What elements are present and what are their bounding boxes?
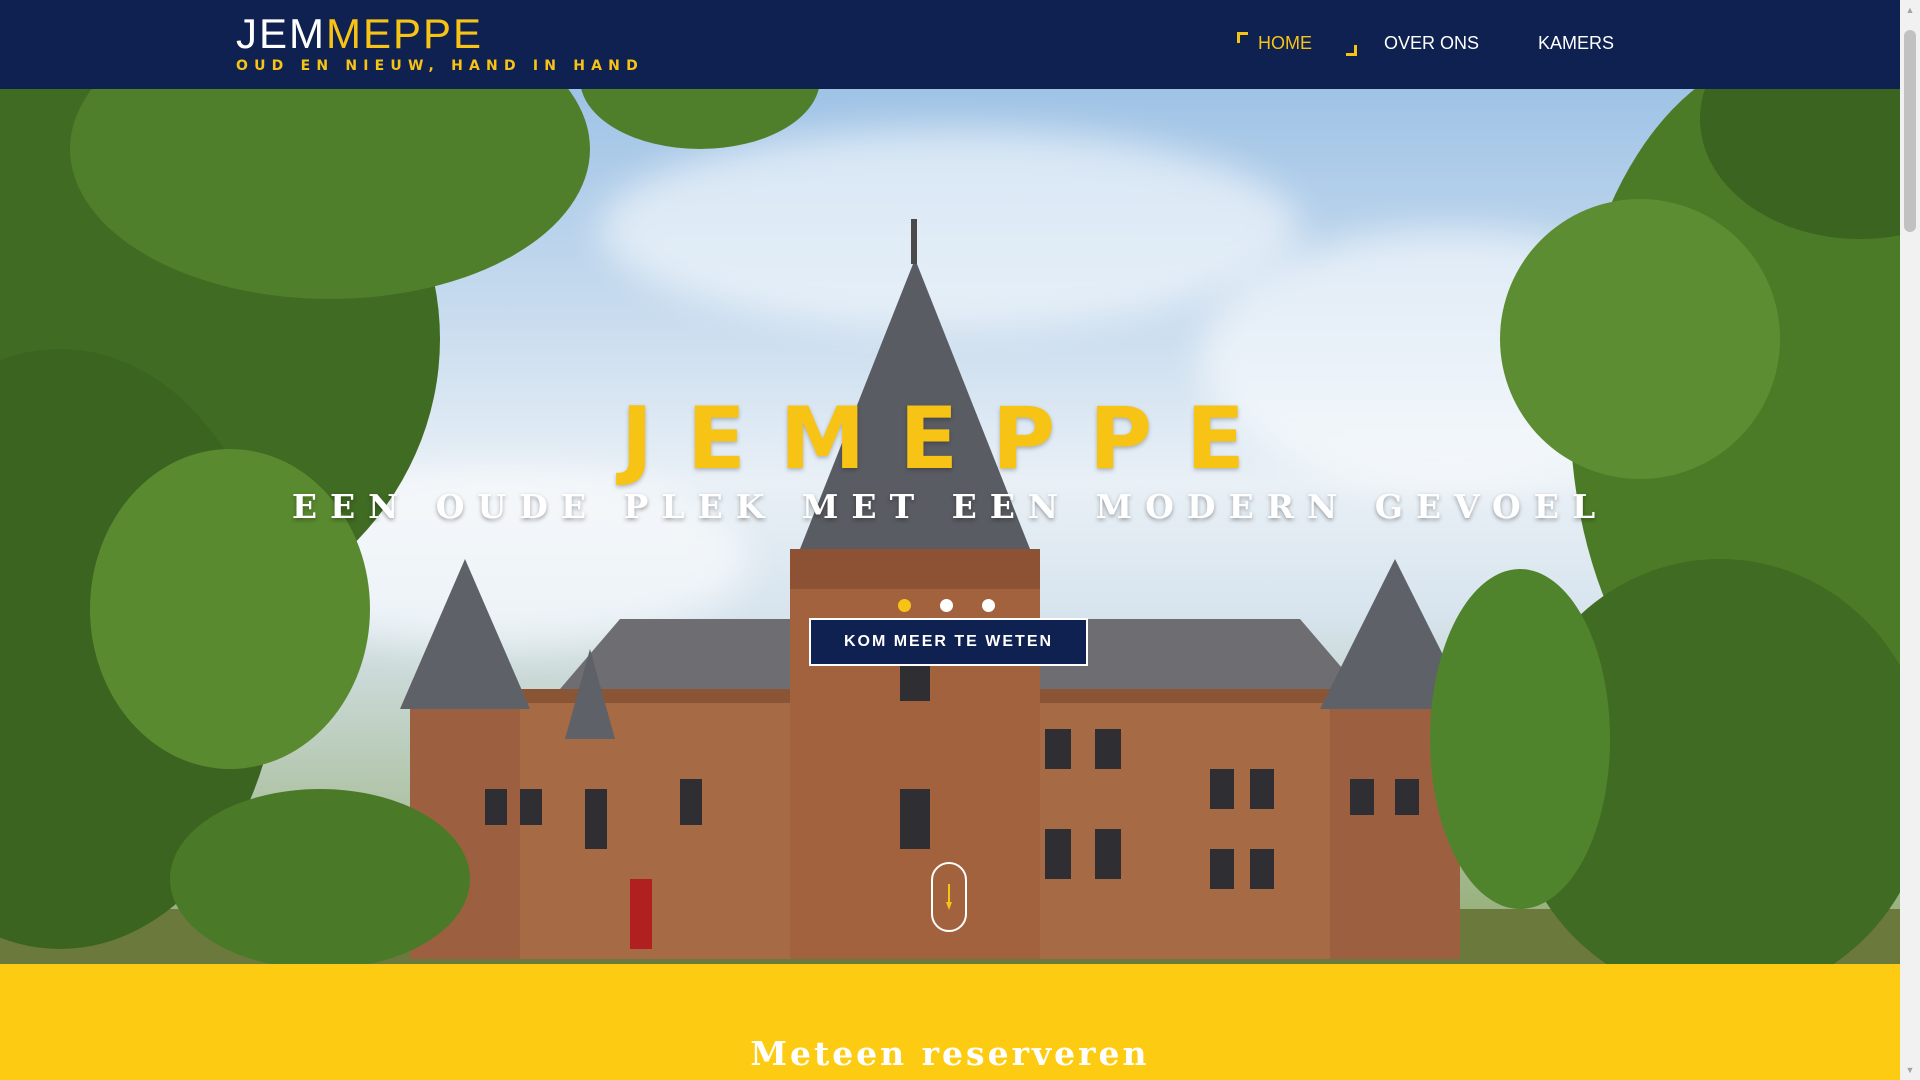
hero-title: JEMEPPE	[621, 389, 1279, 489]
arrow-down-icon	[946, 884, 952, 910]
nav-item-kamers[interactable]: KAMERS	[1538, 33, 1614, 54]
nav-item-over-ons[interactable]: OVER ONS	[1384, 33, 1479, 54]
castle-illustration	[0, 89, 1900, 964]
reservation-section: Meteen reserveren	[0, 964, 1900, 1080]
active-bracket-top-left	[1237, 32, 1248, 43]
slider-dot-3[interactable]	[982, 599, 995, 612]
slider-dot-1[interactable]	[898, 599, 911, 612]
chevron-down-icon[interactable]: ▼	[1900, 1060, 1920, 1080]
scrollbar-thumb[interactable]	[1904, 30, 1916, 232]
nav-item-home[interactable]: HOME	[1258, 33, 1312, 54]
reservation-title: Meteen reserveren	[750, 1034, 1150, 1073]
learn-more-button[interactable]: KOM MEER TE WETEN	[809, 618, 1088, 666]
active-bracket-bottom-right	[1346, 45, 1357, 56]
logo-tagline: OUD EN NIEUW, HAND IN HAND	[236, 58, 644, 74]
logo-part-2: MEPPE	[326, 10, 484, 57]
site-logo[interactable]: JEMMEPPE OUD EN NIEUW, HAND IN HAND	[236, 12, 644, 75]
hero-subtitle: EEN OUDE PLEK MET EEN MODERN GEVOEL	[291, 487, 1609, 526]
chevron-up-icon[interactable]: ▲	[1900, 0, 1920, 20]
scroll-down-indicator[interactable]	[931, 862, 967, 932]
site-header: JEMMEPPE OUD EN NIEUW, HAND IN HAND HOME…	[0, 0, 1900, 89]
slider-dot-2[interactable]	[940, 599, 953, 612]
page-scrollbar[interactable]: ▲ ▼	[1900, 0, 1920, 1080]
hero-slider: JEMEPPE EEN OUDE PLEK MET EEN MODERN GEV…	[0, 89, 1900, 964]
logo-wordmark: JEMMEPPE	[236, 12, 644, 56]
logo-part-1: JEM	[236, 10, 326, 57]
